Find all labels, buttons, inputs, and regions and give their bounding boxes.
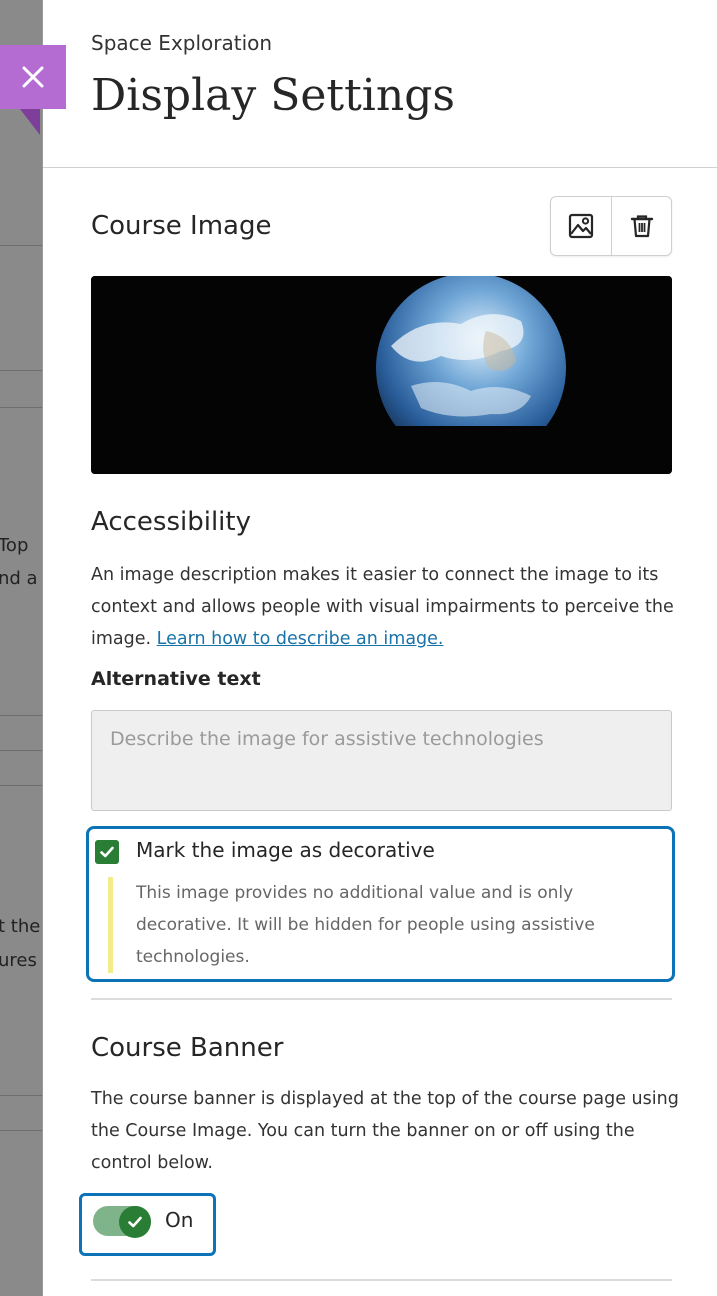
checkmark-icon — [128, 1216, 142, 1228]
background-text: t the — [0, 916, 41, 937]
accessibility-description: An image description makes it easier to … — [91, 559, 681, 655]
course-image-actions — [550, 196, 672, 256]
display-settings-panel: Space Exploration Display Settings Cours… — [42, 0, 717, 1296]
close-icon — [22, 66, 44, 88]
replace-image-button[interactable] — [551, 197, 611, 255]
close-button-tab-decoration — [20, 109, 40, 135]
decorative-hint: This image provides no additional value … — [136, 883, 595, 967]
background-text: ures — [0, 950, 37, 971]
decorative-checkbox-label[interactable]: Mark the image as decorative — [136, 838, 435, 862]
earth-image — [91, 276, 672, 474]
accessibility-heading: Accessibility — [91, 507, 251, 537]
decorative-checkbox[interactable] — [95, 840, 119, 864]
delete-image-button[interactable] — [611, 197, 671, 255]
course-banner-description: The course banner is displayed at the to… — [91, 1089, 679, 1173]
close-panel-button[interactable] — [0, 45, 66, 109]
hint-accent-bar — [108, 877, 113, 973]
alt-text-input[interactable] — [91, 710, 672, 811]
course-banner-heading: Course Banner — [91, 1033, 284, 1063]
section-divider — [91, 998, 672, 1000]
background-divider — [0, 407, 42, 408]
course-name: Space Exploration — [91, 31, 273, 55]
background-divider — [0, 1095, 42, 1096]
background-divider — [0, 370, 42, 371]
background-divider — [0, 785, 42, 786]
background-divider — [0, 750, 42, 751]
background-text: nd a — [0, 568, 38, 589]
image-icon — [568, 213, 594, 239]
background-divider — [0, 715, 42, 716]
alt-text-label: Alternative text — [91, 668, 261, 690]
banner-toggle-label: On — [165, 1208, 194, 1232]
trash-icon — [630, 215, 653, 238]
course-image-heading: Course Image — [91, 211, 272, 241]
background-text: Top — [0, 535, 29, 556]
background-divider — [0, 245, 42, 246]
panel-header: Space Exploration Display Settings — [43, 0, 717, 168]
course-image-preview — [91, 276, 672, 474]
section-divider — [91, 1279, 672, 1281]
checkmark-icon — [100, 846, 114, 858]
background-page: Top nd a t the ures — [0, 0, 42, 1296]
background-divider — [0, 1130, 42, 1131]
page-title: Display Settings — [91, 70, 455, 121]
describe-image-link[interactable]: Learn how to describe an image. — [157, 629, 444, 649]
toggle-knob[interactable] — [119, 1206, 151, 1238]
